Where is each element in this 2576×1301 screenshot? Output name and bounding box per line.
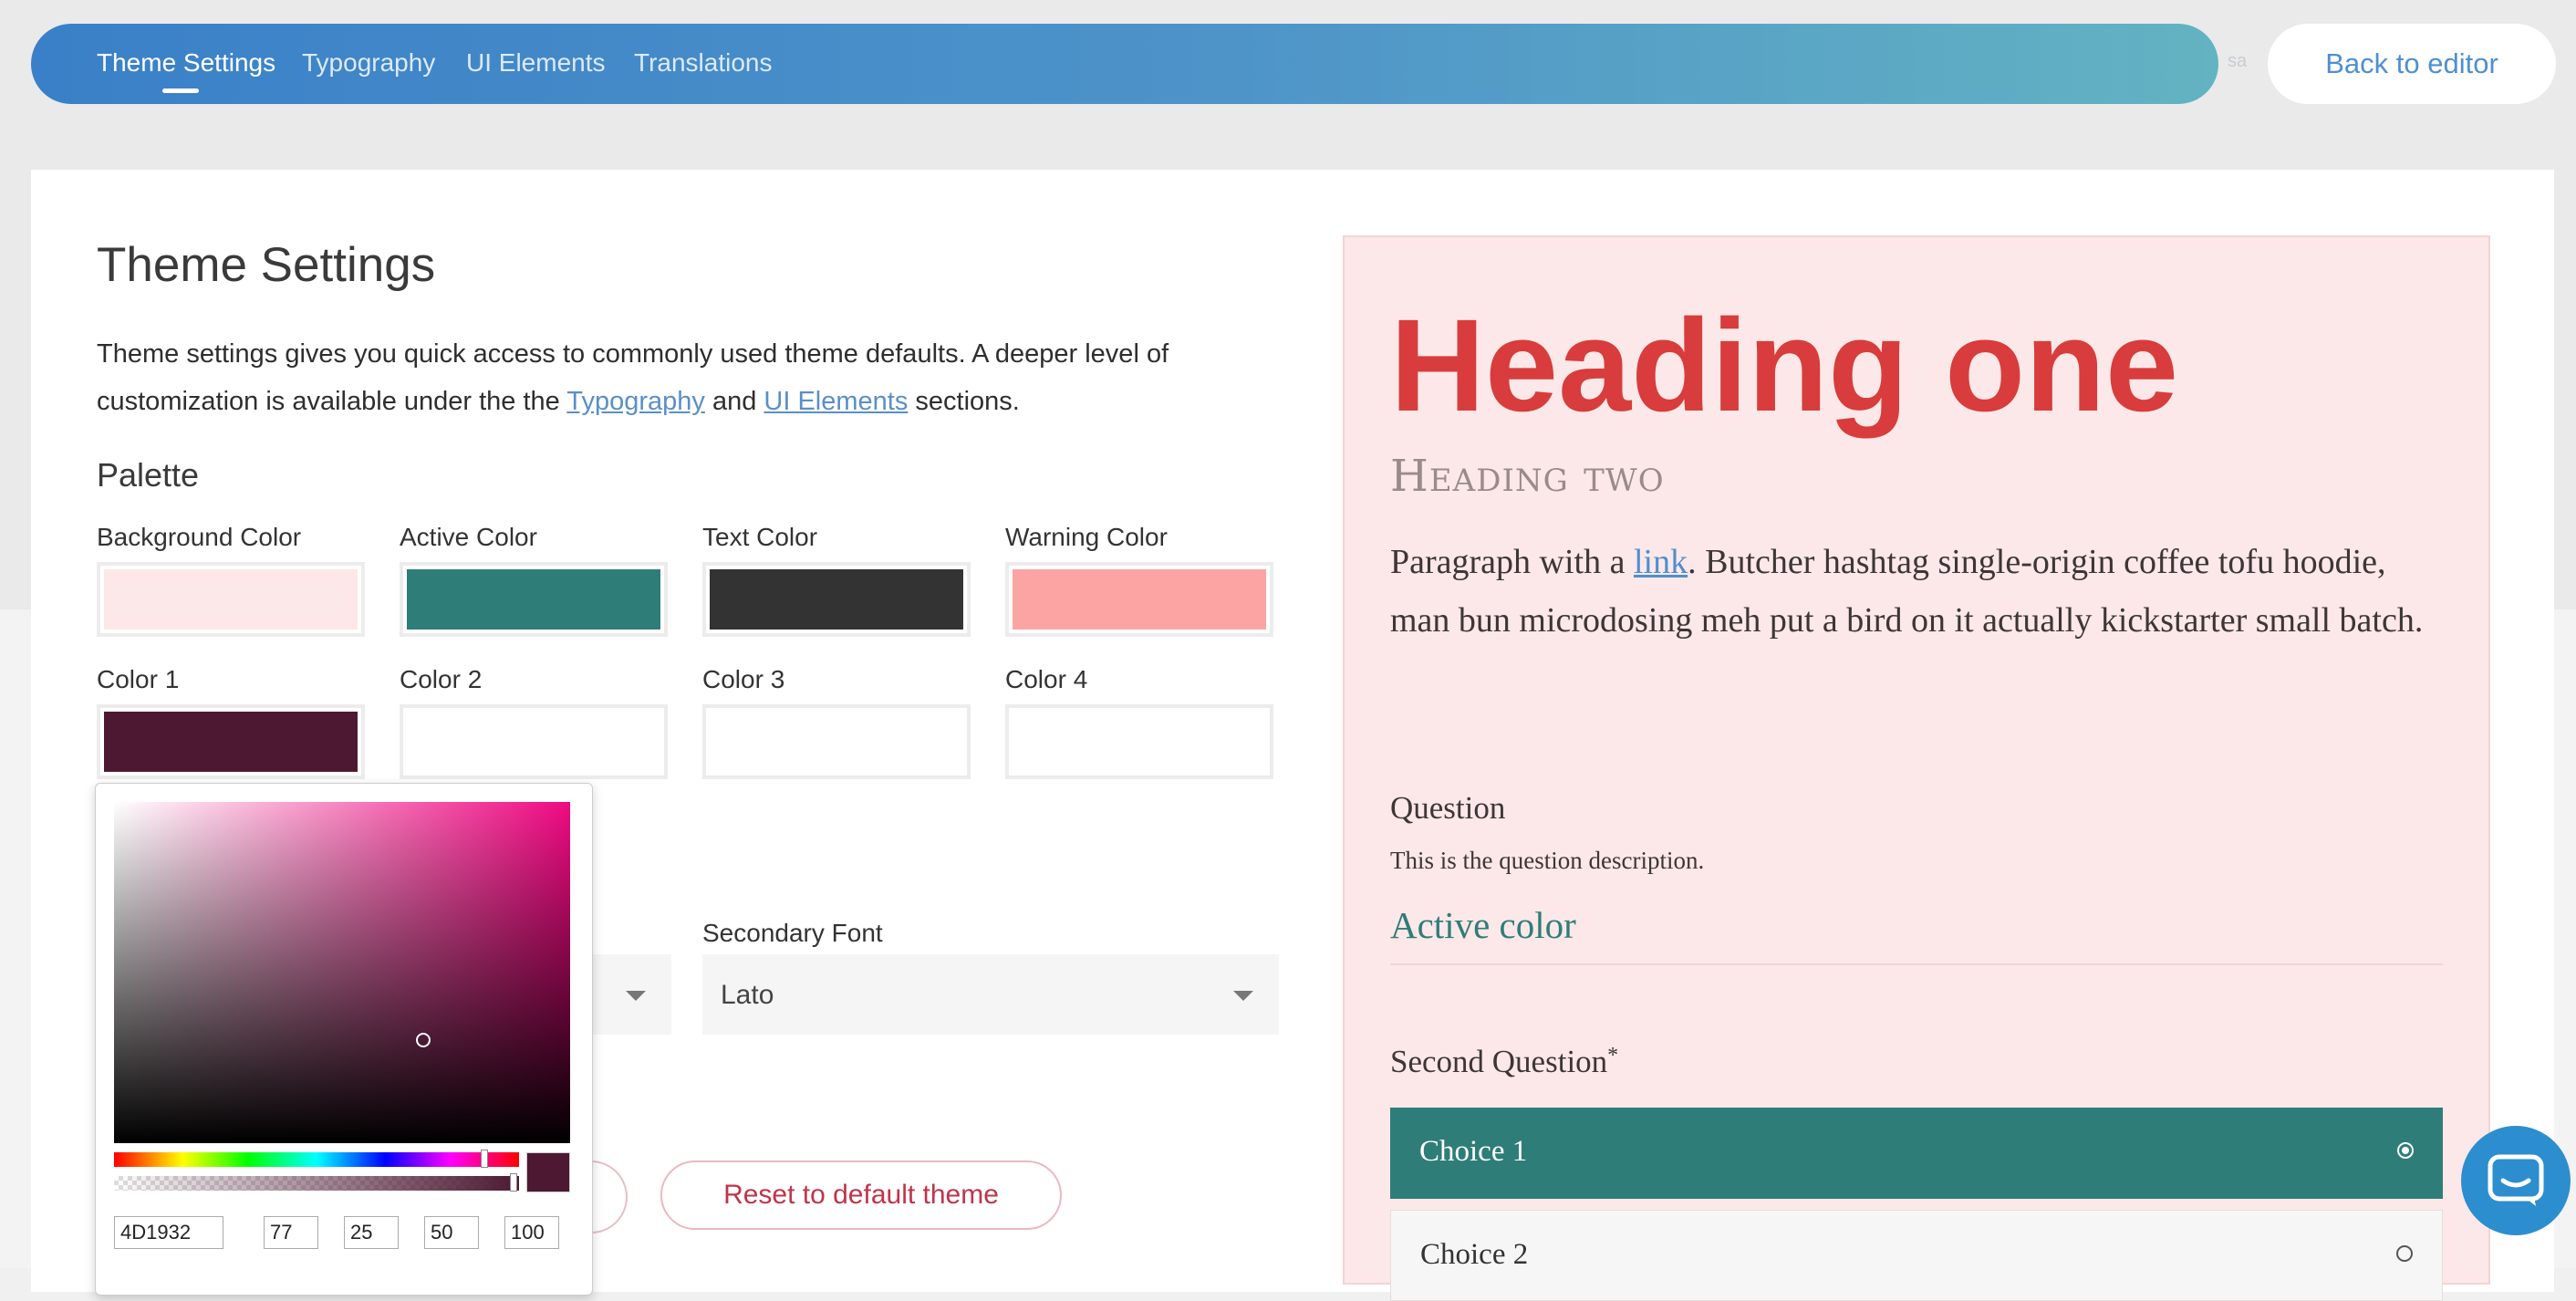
description-text: and [704,387,764,416]
color-picker-popover [95,783,593,1296]
required-marker: * [1607,1044,1619,1067]
green-input[interactable] [344,1216,399,1249]
question-description: This is the question description. [1390,847,1705,874]
divider [1390,963,2443,965]
radio-selected-icon [2397,1142,2414,1159]
swatch-fill [1013,712,1266,772]
chat-launcher-button[interactable] [2461,1126,2571,1235]
color-2-label: Color 2 [400,665,483,693]
active-color-sample: Active color [1390,904,1576,946]
paragraph-text: Paragraph with a [1390,543,1634,581]
alpha-input[interactable] [504,1216,559,1249]
warning-color-swatch[interactable] [1005,562,1273,637]
color-4-swatch[interactable] [1005,704,1273,779]
color-4-label: Color 4 [1005,665,1088,693]
swatch-fill [104,569,358,630]
blue-input[interactable] [424,1216,479,1249]
chevron-down-icon [1233,991,1253,1001]
choice-option[interactable]: Choice 2 [1390,1210,2443,1301]
tab-typography[interactable]: Typography [302,48,435,78]
typography-link[interactable]: Typography [566,387,705,416]
alpha-slider[interactable] [114,1173,519,1192]
second-question-text: Second Question [1390,1044,1608,1079]
secondary-font-label: Secondary Font [702,919,883,947]
question-title: Question [1390,790,1506,826]
color-3-label: Color 3 [702,665,785,693]
value-gradient [114,802,570,1143]
secondary-font-value: Lato [721,980,774,1010]
preview-heading-one: Heading one [1390,292,2179,439]
tab-translations[interactable]: Translations [634,48,772,78]
tab-label: Theme Settings [97,48,276,77]
hex-input[interactable] [114,1216,223,1249]
swatch-fill [407,712,660,772]
second-question-title: Second Question* [1390,1044,1618,1080]
text-color-label: Text Color [702,523,818,551]
chevron-down-icon [626,991,646,1001]
active-color-label: Active Color [400,523,537,551]
text-color-swatch[interactable] [702,562,971,637]
background-color-label: Background Color [97,523,302,551]
color-2-swatch[interactable] [400,704,668,779]
swatch-fill [407,569,660,630]
tab-label: Typography [302,48,436,77]
chat-bubble-icon [2488,1154,2544,1206]
color-1-swatch[interactable] [97,704,365,779]
red-input[interactable] [264,1216,318,1249]
choice-label: Choice 1 [1419,1135,1528,1168]
hue-slider-thumb[interactable] [481,1150,488,1168]
palette-heading: Palette [97,456,200,494]
tab-theme-settings[interactable]: Theme Settings [97,48,276,93]
saturation-handle[interactable] [416,1033,431,1047]
choice-option[interactable]: Choice 1 [1390,1108,2443,1199]
ui-elements-link[interactable]: UI Elements [763,387,908,416]
settings-description: Theme settings gives you quick access to… [97,330,1228,425]
alpha-slider-thumb[interactable] [510,1173,517,1192]
active-color-swatch[interactable] [400,562,668,637]
back-to-editor-button[interactable]: Back to editor [2268,24,2556,104]
save-hint: sa [2228,51,2248,71]
background-color-swatch[interactable] [97,562,365,637]
preview-heading-two: Heading two [1390,451,1665,502]
preview-paragraph: Paragraph with a link. Butcher hashtag s… [1390,533,2448,650]
choice-label: Choice 2 [1420,1238,1529,1271]
page-title: Theme Settings [97,238,436,292]
reset-theme-button[interactable]: Reset to default theme [660,1160,1062,1230]
tab-ui-elements[interactable]: UI Elements [466,48,606,78]
swatch-fill [710,712,963,772]
tab-label: UI Elements [466,48,606,77]
swatch-fill [710,569,963,630]
description-text: sections. [908,387,1020,416]
hue-slider[interactable] [114,1150,519,1168]
top-nav: Theme Settings Typography UI Elements Tr… [31,24,2218,104]
secondary-font-select[interactable]: Lato [702,954,1279,1035]
active-tab-indicator [162,88,199,93]
swatch-fill [1013,569,1266,630]
tab-label: Translations [634,48,773,77]
preview-link[interactable]: link [1634,543,1688,581]
saturation-value-area[interactable] [114,802,570,1143]
warning-color-label: Warning Color [1005,523,1168,551]
swatch-fill [104,712,358,772]
radio-empty-icon [2396,1245,2413,1262]
color-3-swatch[interactable] [702,704,971,779]
color-1-label: Color 1 [97,665,180,693]
current-color-preview [526,1152,570,1192]
